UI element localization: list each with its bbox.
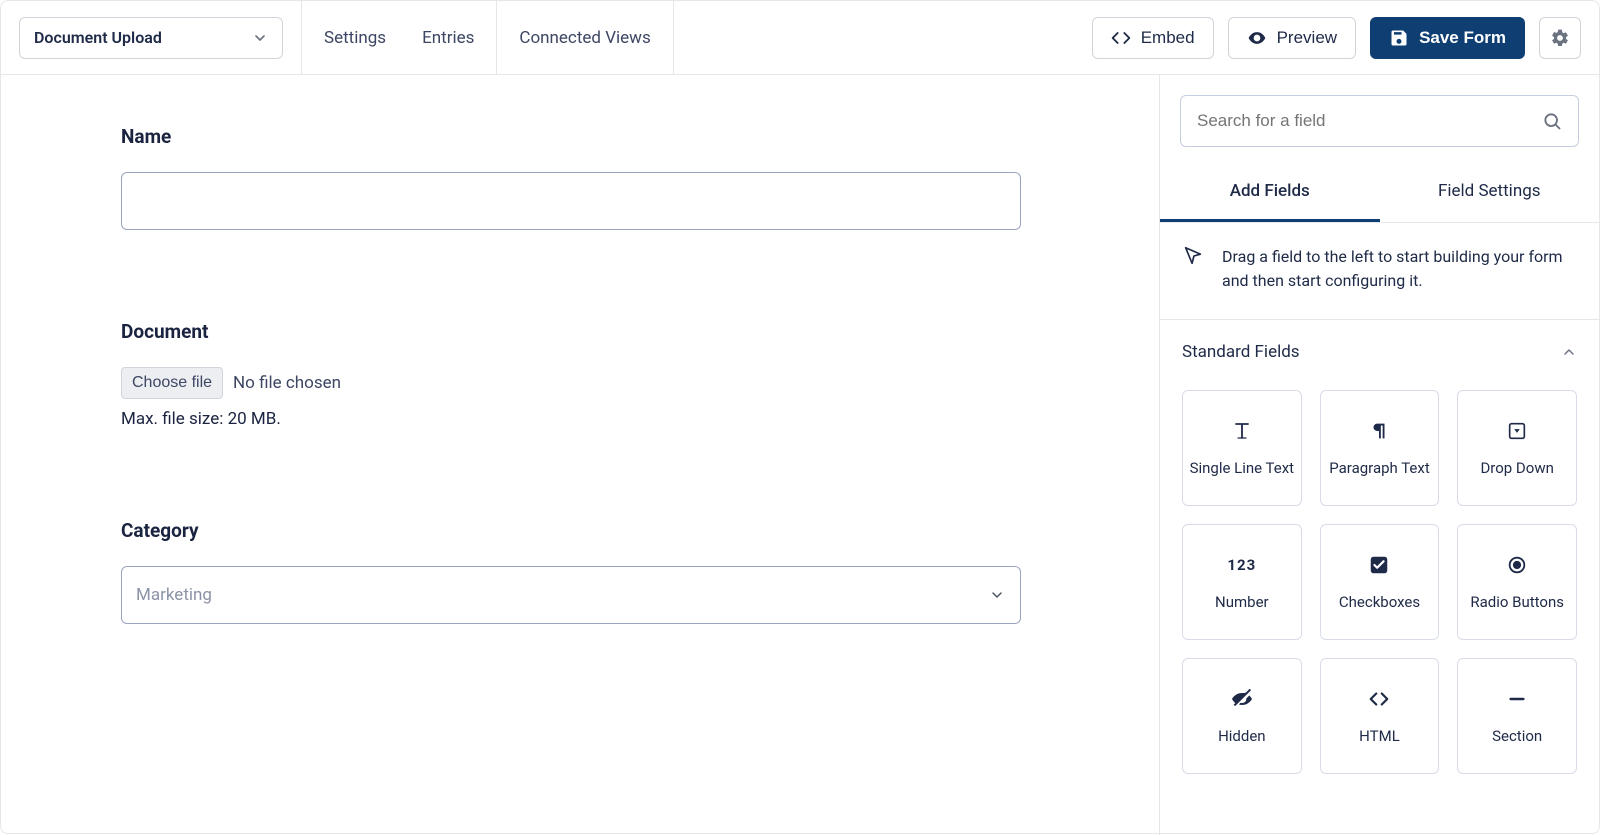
- single-line-text-icon: [1230, 419, 1254, 443]
- field-category-block: Category Marketing: [121, 519, 1099, 624]
- separator: [673, 1, 674, 74]
- sidebar-tabs: Add Fields Field Settings: [1160, 161, 1599, 223]
- cursor-icon: [1182, 245, 1204, 293]
- nav-settings[interactable]: Settings: [320, 22, 390, 54]
- field-name-label: Name: [121, 125, 1099, 148]
- settings-gear-button[interactable]: [1539, 17, 1581, 59]
- nav-connected-views[interactable]: Connected Views: [515, 22, 654, 54]
- separator: [496, 1, 497, 74]
- topbar-nav: Settings Entries: [320, 22, 478, 54]
- field-card-hidden[interactable]: Hidden: [1182, 658, 1302, 774]
- field-card-radio-buttons[interactable]: Radio Buttons: [1457, 524, 1577, 640]
- field-category-label: Category: [121, 519, 1099, 542]
- tab-add-fields[interactable]: Add Fields: [1160, 161, 1380, 222]
- code-icon: [1111, 28, 1131, 48]
- field-palette-grid: Single Line Text Paragraph Text Drop Dow…: [1160, 372, 1599, 774]
- tab-field-settings[interactable]: Field Settings: [1380, 161, 1600, 222]
- separator: [301, 1, 302, 74]
- preview-button[interactable]: Preview: [1228, 17, 1356, 59]
- sidebar-search-wrap: [1160, 75, 1599, 161]
- field-card-label: HTML: [1359, 727, 1400, 745]
- gear-icon: [1550, 28, 1570, 48]
- field-name-block: Name: [121, 125, 1099, 230]
- field-card-number[interactable]: 123 Number: [1182, 524, 1302, 640]
- file-help-text: Max. file size: 20 MB.: [121, 409, 1099, 429]
- paragraph-text-icon: [1368, 419, 1390, 443]
- preview-label: Preview: [1277, 28, 1337, 48]
- chevron-down-icon: [252, 30, 268, 46]
- sidebar-search[interactable]: [1180, 95, 1579, 147]
- field-card-label: Drop Down: [1480, 459, 1553, 477]
- number-icon: 123: [1227, 553, 1256, 577]
- save-label: Save Form: [1419, 28, 1506, 48]
- field-card-label: Checkboxes: [1339, 593, 1420, 611]
- hidden-icon: [1230, 687, 1254, 711]
- field-card-label: Number: [1215, 593, 1269, 611]
- field-card-drop-down[interactable]: Drop Down: [1457, 390, 1577, 506]
- sidebar-hint: Drag a field to the left to start buildi…: [1160, 223, 1599, 320]
- field-card-label: Single Line Text: [1190, 459, 1295, 477]
- field-document-label: Document: [121, 320, 1099, 343]
- search-icon: [1542, 111, 1562, 131]
- standard-fields-header[interactable]: Standard Fields: [1160, 320, 1599, 372]
- file-upload-row: Choose file No file chosen: [121, 367, 1099, 399]
- field-card-section[interactable]: Section: [1457, 658, 1577, 774]
- html-icon: [1368, 687, 1390, 711]
- field-card-label: Hidden: [1218, 727, 1266, 745]
- field-card-label: Radio Buttons: [1470, 593, 1564, 611]
- field-card-label: Paragraph Text: [1329, 459, 1430, 477]
- embed-button[interactable]: Embed: [1092, 17, 1214, 59]
- field-card-paragraph-text[interactable]: Paragraph Text: [1320, 390, 1440, 506]
- save-form-button[interactable]: Save Form: [1370, 17, 1525, 59]
- choose-file-button[interactable]: Choose file: [121, 367, 223, 399]
- drop-down-icon: [1506, 419, 1528, 443]
- nav-entries[interactable]: Entries: [418, 22, 478, 54]
- chevron-up-icon: [1561, 344, 1577, 360]
- form-selector-label: Document Upload: [34, 28, 162, 47]
- form-selector-dropdown[interactable]: Document Upload: [19, 17, 283, 59]
- sidebar-hint-text: Drag a field to the left to start buildi…: [1222, 245, 1577, 293]
- field-card-single-line-text[interactable]: Single Line Text: [1182, 390, 1302, 506]
- checkboxes-icon: [1368, 553, 1390, 577]
- main-area: Name Document Choose file No file chosen…: [1, 75, 1599, 835]
- field-search-input[interactable]: [1197, 111, 1542, 131]
- form-canvas: Name Document Choose file No file chosen…: [1, 75, 1159, 835]
- field-card-html[interactable]: HTML: [1320, 658, 1440, 774]
- save-icon: [1389, 28, 1409, 48]
- name-input[interactable]: [121, 172, 1021, 230]
- field-card-label: Section: [1492, 727, 1542, 745]
- radio-buttons-icon: [1506, 553, 1528, 577]
- category-select-value: Marketing: [136, 585, 212, 605]
- file-status-text: No file chosen: [233, 373, 341, 393]
- category-select[interactable]: Marketing: [121, 566, 1021, 624]
- embed-label: Embed: [1141, 28, 1195, 48]
- topbar-nav-2: Connected Views: [515, 22, 654, 54]
- field-document-block: Document Choose file No file chosen Max.…: [121, 320, 1099, 429]
- standard-fields-title: Standard Fields: [1182, 342, 1300, 362]
- sidebar: Add Fields Field Settings Drag a field t…: [1159, 75, 1599, 835]
- field-card-checkboxes[interactable]: Checkboxes: [1320, 524, 1440, 640]
- topbar: Document Upload Settings Entries Connect…: [1, 1, 1599, 75]
- section-icon: [1506, 687, 1528, 711]
- category-select-wrap: Marketing: [121, 566, 1021, 624]
- eye-icon: [1247, 28, 1267, 48]
